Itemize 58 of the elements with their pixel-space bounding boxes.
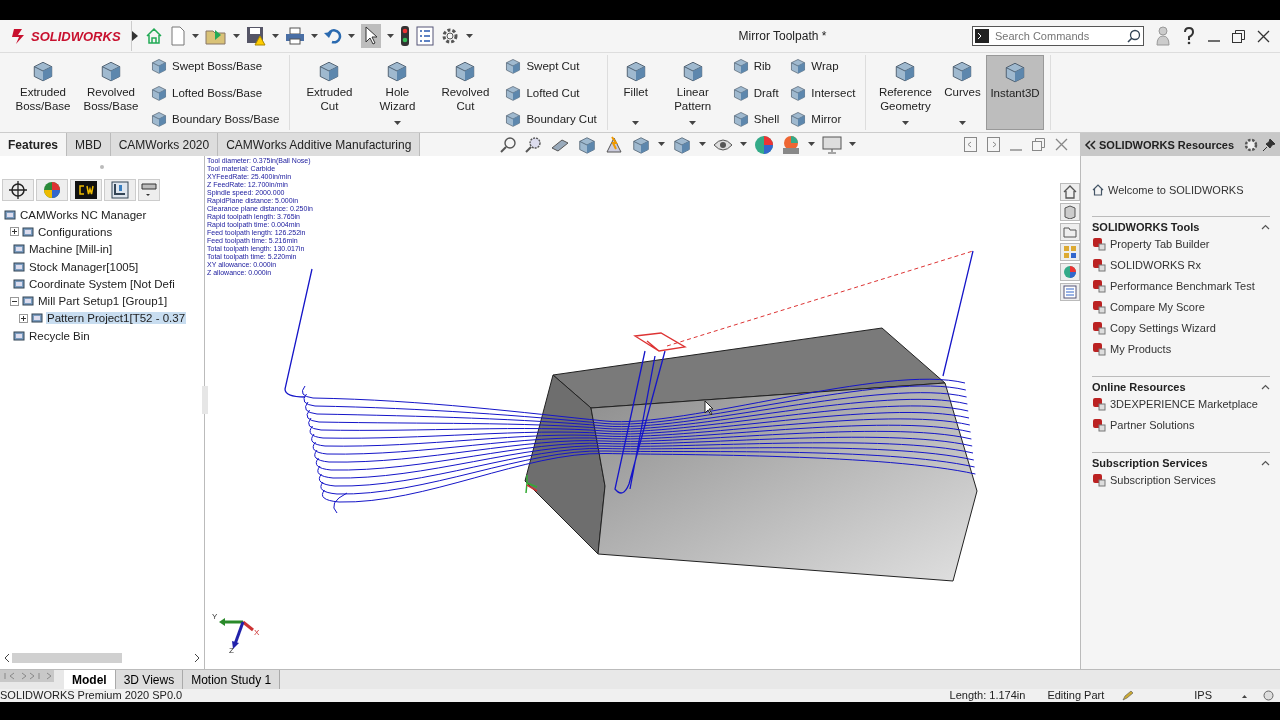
section-title: SOLIDWORKS Tools [1092, 221, 1200, 233]
tree-item[interactable]: Recycle Bin [28, 329, 91, 342]
search-field[interactable]: Search Commands [972, 26, 1144, 46]
ribbon-button[interactable]: Wrap [789, 57, 856, 75]
ribbon-button[interactable]: Instant3D [986, 55, 1044, 130]
ribbon-button[interactable]: Swept Boss/Base [150, 57, 280, 75]
app-logo: SOLIDWORKS [31, 28, 121, 44]
ribbon-button[interactable]: Boundary Cut [504, 110, 597, 128]
resource-link[interactable]: Property Tab Builder [1092, 237, 1270, 251]
ribbon-button[interactable]: Fillet [613, 55, 658, 130]
section-title: Subscription Services [1092, 457, 1208, 469]
model-tab[interactable]: Motion Study 1 [183, 670, 281, 689]
ribbon-button[interactable]: Lofted Boss/Base [150, 83, 280, 102]
command-tab[interactable]: MBD [67, 133, 111, 156]
ribbon-button[interactable]: Draft [731, 83, 780, 102]
ribbon-button[interactable]: Hole Wizard [364, 55, 431, 130]
search-input[interactable]: Search Commands [993, 29, 1123, 43]
ribbon-button[interactable]: Intersect [789, 83, 856, 102]
ribbon-button[interactable]: Shell [731, 110, 780, 128]
status-text: Editing Part [1047, 689, 1105, 702]
command-tab[interactable]: CAMWorks 2020 [110, 133, 219, 156]
resource-link[interactable]: Subscription Services [1092, 473, 1270, 487]
section-title: Online Resources [1092, 381, 1186, 393]
window-title: Mirror Toolpath * [737, 29, 828, 43]
resource-link[interactable]: Compare My Score [1092, 300, 1270, 314]
ribbon-button[interactable]: Boundary Boss/Base [150, 110, 280, 128]
ribbon-button[interactable]: Revolved Boss/Base [78, 55, 144, 130]
panel-title: SOLIDWORKS Resources [1099, 138, 1236, 151]
ribbon-button[interactable]: Lofted Cut [504, 83, 597, 102]
command-tab[interactable]: CAMWorks Additive Manufacturing [218, 133, 421, 156]
tree-item[interactable]: Mill Part Setup1 [Group1] [37, 295, 169, 308]
tree-item[interactable]: Stock Manager[1005] [28, 260, 140, 273]
ribbon-button[interactable]: Reference Geometry [872, 55, 939, 130]
resource-link[interactable]: My Products [1092, 342, 1270, 356]
ribbon-button[interactable]: Rib [731, 57, 780, 75]
tree-item[interactable]: Configurations [37, 225, 114, 238]
tree-item[interactable]: Coordinate System [Not Defi [28, 277, 176, 290]
ribbon-button[interactable]: Mirror [789, 110, 856, 128]
tree-item[interactable]: CAMWorks NC Manager [19, 208, 148, 221]
resource-link[interactable]: Copy Settings Wizard [1092, 321, 1270, 335]
ribbon-button[interactable]: Curves [940, 55, 985, 130]
ribbon-button[interactable]: Swept Cut [504, 57, 597, 75]
resource-link[interactable]: 3DEXPERIENCE Marketplace [1092, 397, 1270, 411]
tree-item[interactable]: Pattern Project1[T52 - 0.37 [46, 312, 187, 325]
ribbon-button[interactable]: Extruded Cut [296, 55, 363, 130]
units-selector[interactable]: IPS [1194, 689, 1212, 702]
tree-item[interactable]: Machine [Mill-in] [28, 243, 114, 256]
ribbon-button[interactable]: Linear Pattern [659, 55, 726, 130]
ribbon-button[interactable]: Extruded Boss/Base [10, 55, 76, 130]
model-tab[interactable]: Model [64, 670, 116, 689]
resource-link[interactable]: SOLIDWORKS Rx [1092, 258, 1270, 272]
model-tab[interactable]: 3D Views [115, 670, 184, 689]
status-text: SOLIDWORKS Premium 2020 SP0.0 [0, 689, 183, 702]
status-text: Length: 1.174in [949, 689, 1026, 702]
welcome-link[interactable]: Welcome to SOLIDWORKS [1092, 184, 1244, 196]
resource-link[interactable]: Partner Solutions [1092, 418, 1270, 432]
ribbon-button[interactable]: Revolved Cut [432, 55, 499, 130]
resource-link[interactable]: Performance Benchmark Test [1092, 279, 1270, 293]
